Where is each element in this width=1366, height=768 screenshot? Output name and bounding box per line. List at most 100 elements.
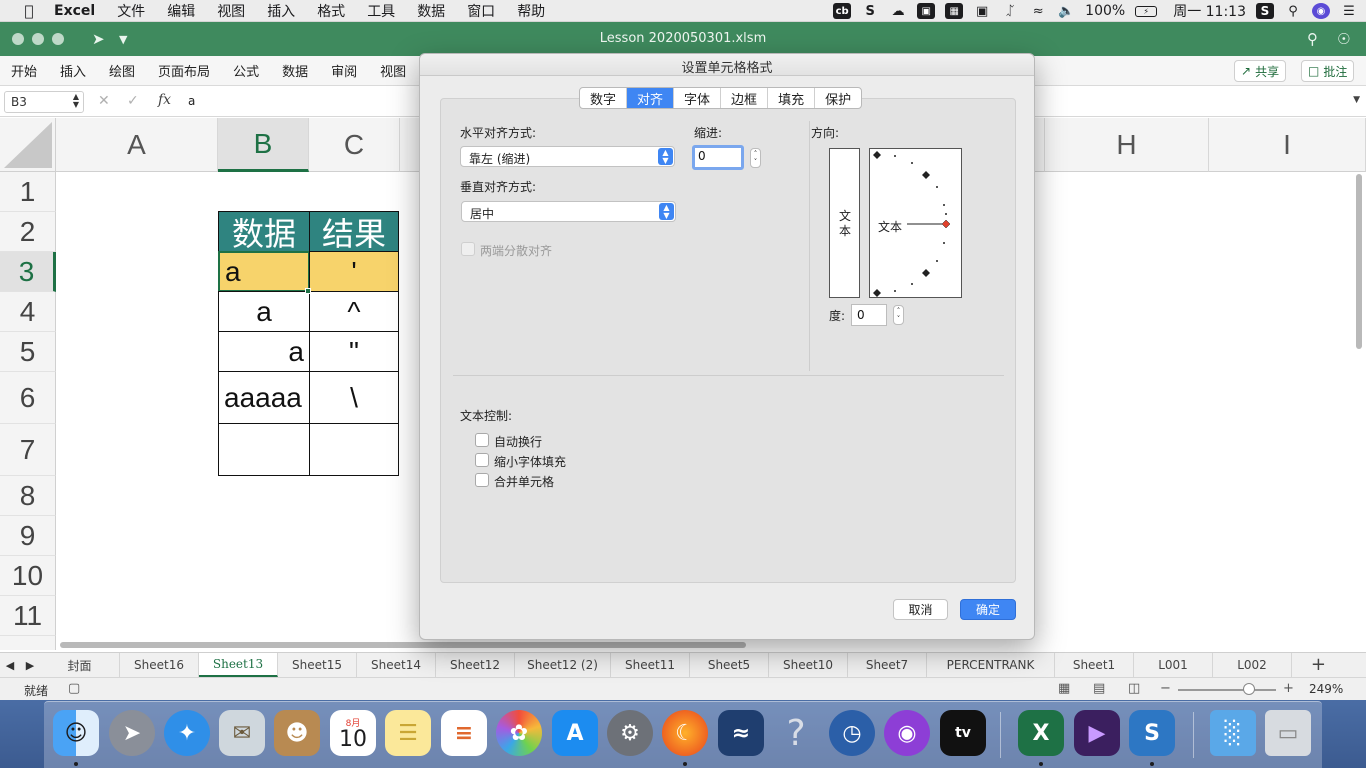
sheet-tab-sheet1[interactable]: Sheet1	[1055, 653, 1134, 677]
column-header-i[interactable]: I	[1209, 118, 1366, 172]
sheet-tab-sheet16[interactable]: Sheet16	[120, 653, 199, 677]
notification-center-icon[interactable]: ☰	[1340, 3, 1358, 19]
mysql-workbench-icon[interactable]: ≈	[718, 710, 764, 756]
zoom-slider-knob[interactable]	[1243, 683, 1255, 695]
vertical-text-orientation[interactable]: 文 本	[829, 148, 860, 298]
expand-formula-icon[interactable]: ▼	[1353, 95, 1360, 105]
firefox-icon[interactable]: ☾	[662, 710, 708, 756]
s-menu-icon[interactable]: S	[1256, 3, 1274, 19]
row-header-7[interactable]: 7	[0, 424, 56, 476]
tab-page-layout[interactable]: 页面布局	[158, 61, 210, 80]
calendar-icon[interactable]: 8月 10	[330, 710, 376, 756]
name-box[interactable]: B3 ▲ ▼	[4, 91, 84, 113]
contacts-icon[interactable]: ☻	[274, 710, 320, 756]
menu-file[interactable]: 文件	[117, 1, 145, 21]
snagit-icon[interactable]: S	[1129, 710, 1175, 756]
spotlight-icon[interactable]: ⚲	[1284, 3, 1302, 19]
cell-c7[interactable]	[309, 423, 399, 476]
s-app-icon[interactable]: S	[861, 3, 879, 19]
column-header-a[interactable]: A	[56, 118, 218, 172]
trash-icon[interactable]: ▭	[1265, 710, 1311, 756]
horizontal-scrollbar[interactable]	[60, 642, 746, 648]
formula-input[interactable]: a	[188, 94, 195, 108]
menu-app-name[interactable]: Excel	[54, 3, 95, 19]
tab-review[interactable]: 审阅	[331, 61, 357, 80]
tab-view[interactable]: 视图	[380, 61, 406, 80]
sheet-tab-cover[interactable]: 封面	[40, 653, 120, 677]
tab-fill[interactable]: 填充	[768, 88, 816, 108]
sheet-tab-l002[interactable]: L002	[1213, 653, 1292, 677]
app-store-icon[interactable]: A	[552, 710, 598, 756]
row-header-10[interactable]: 10	[0, 556, 56, 596]
sheet-tab-sheet10[interactable]: Sheet10	[769, 653, 848, 677]
fill-handle[interactable]	[305, 288, 311, 294]
search-icon[interactable]: ⚲	[1307, 30, 1318, 48]
zoom-in-icon[interactable]: +	[1283, 681, 1294, 696]
cell-c6[interactable]: \	[309, 371, 399, 424]
tab-home[interactable]: 开始	[11, 61, 37, 80]
row-header-12[interactable]	[0, 636, 56, 650]
comments-button[interactable]: □ 批注	[1301, 60, 1355, 82]
row-header-3[interactable]: 3	[0, 252, 56, 292]
airplay-icon[interactable]: ▣	[973, 3, 991, 19]
page-break-view-icon[interactable]: ◫	[1128, 681, 1140, 696]
help-icon[interactable]: ?	[773, 710, 819, 756]
select-all-corner[interactable]	[0, 118, 56, 172]
reminders-icon[interactable]: ≡	[441, 710, 487, 756]
sheet-tab-sheet11[interactable]: Sheet11	[611, 653, 690, 677]
sheet-tab-sheet13-active[interactable]: Sheet13	[199, 653, 278, 677]
macro-record-icon[interactable]: ▢	[68, 681, 80, 696]
cell-b6[interactable]: aaaaa	[218, 371, 310, 424]
menu-format[interactable]: 格式	[317, 1, 345, 21]
tab-border[interactable]: 边框	[721, 88, 769, 108]
tab-alignment[interactable]: 对齐	[627, 88, 675, 108]
cell-b3-selected[interactable]: a	[218, 251, 310, 292]
row-header-11[interactable]: 11	[0, 596, 56, 636]
time-machine-icon[interactable]: ◷	[829, 710, 875, 756]
tab-insert[interactable]: 插入	[60, 61, 86, 80]
cell-c3[interactable]: '	[309, 251, 399, 292]
cell-c4[interactable]: ^	[309, 291, 399, 332]
clock[interactable]: 周一 11:13	[1173, 1, 1246, 21]
menu-view[interactable]: 视图	[217, 1, 245, 21]
indent-field[interactable]: 0	[692, 145, 744, 170]
vertical-align-select[interactable]: 居中 ▲ ▼	[461, 201, 676, 222]
sheet-tab-sheet12[interactable]: Sheet12	[436, 653, 515, 677]
podcasts-icon[interactable]: ◉	[884, 710, 930, 756]
orientation-dial[interactable]: 文本	[869, 148, 962, 298]
grid-app-icon[interactable]: ▦	[945, 3, 964, 19]
cell-c5[interactable]: "	[309, 331, 399, 372]
cell-b7[interactable]	[218, 423, 310, 476]
row-header-8[interactable]: 8	[0, 476, 56, 516]
ok-button[interactable]: 确定	[960, 599, 1016, 620]
apple-menu-icon[interactable]: 	[20, 2, 38, 20]
menu-window[interactable]: 窗口	[467, 1, 495, 21]
battery-percent[interactable]: 100%	[1085, 3, 1125, 19]
confirm-entry-icon[interactable]: ✓	[127, 93, 139, 109]
next-sheet-icon[interactable]: ▶	[20, 659, 40, 672]
share-button[interactable]: ↗ 共享	[1234, 60, 1287, 82]
excel-icon[interactable]: X	[1018, 710, 1064, 756]
downloads-folder-icon[interactable]: ░	[1210, 710, 1256, 756]
apple-tv-icon[interactable]: tv	[940, 710, 986, 756]
mail-icon[interactable]: ✉	[219, 710, 265, 756]
row-header-4[interactable]: 4	[0, 292, 56, 332]
sheet-tab-percentrank[interactable]: PERCENTRANK	[927, 653, 1055, 677]
indent-stepper[interactable]: ˄ ˅	[750, 148, 761, 168]
merge-cells-checkbox[interactable]	[475, 473, 489, 487]
row-header-1[interactable]: 1	[0, 172, 56, 212]
add-sheet-icon[interactable]: +	[1311, 654, 1326, 675]
cell-b4[interactable]: a	[218, 291, 310, 332]
tab-font[interactable]: 字体	[674, 88, 722, 108]
tab-number[interactable]: 数字	[580, 88, 628, 108]
window-app-icon[interactable]: ▣	[917, 3, 936, 19]
prev-sheet-icon[interactable]: ◀	[0, 659, 20, 672]
volume-icon[interactable]: 🔈	[1057, 3, 1075, 19]
horizontal-align-select[interactable]: 靠左 (缩进) ▲ ▼	[460, 146, 675, 167]
zoom-level[interactable]: 249%	[1309, 682, 1343, 696]
row-header-6[interactable]: 6	[0, 372, 56, 424]
insert-function-icon[interactable]: fx	[158, 92, 171, 108]
menu-data[interactable]: 数据	[417, 1, 445, 21]
cloud-icon[interactable]: ☁	[889, 3, 907, 19]
shrink-to-fit-checkbox[interactable]	[475, 453, 489, 467]
